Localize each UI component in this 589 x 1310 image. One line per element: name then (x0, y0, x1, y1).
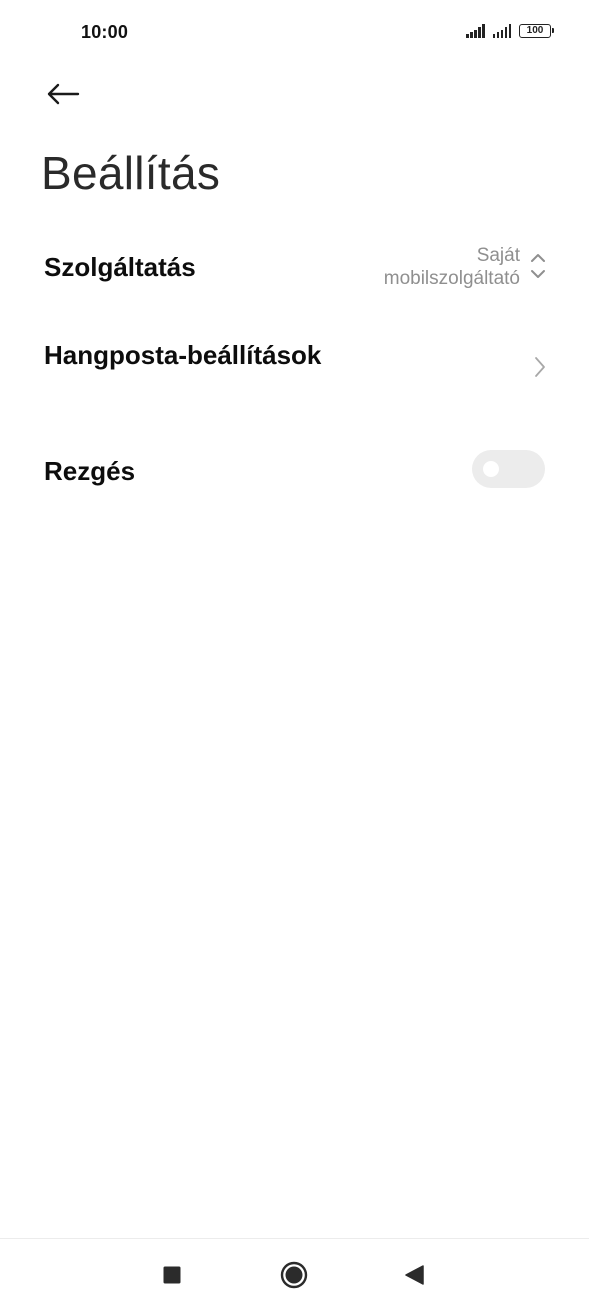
signal-icon (466, 24, 485, 38)
arrow-left-icon (47, 83, 80, 105)
status-bar: 10:00 100 (0, 0, 589, 68)
signal-icon (492, 24, 511, 38)
battery-level: 100 (526, 25, 544, 36)
chevron-right-icon (535, 357, 545, 377)
toggle-knob (483, 461, 499, 477)
page-title: Beállítás (41, 147, 221, 199)
service-selector[interactable]: Szolgáltatás Saját mobilszolgáltató (0, 230, 589, 306)
voicemail-settings-item[interactable]: Hangposta-beállítások (0, 320, 589, 410)
vibration-label: Rezgés (44, 456, 136, 486)
service-value: Saját mobilszolgáltató (384, 244, 520, 290)
battery-icon: 100 (519, 24, 554, 38)
home-circle-icon (280, 1261, 308, 1288)
back-triangle-icon (405, 1264, 424, 1285)
navigation-bar (0, 1238, 589, 1310)
home-button[interactable] (264, 1239, 324, 1310)
status-time: 10:00 (81, 22, 129, 42)
service-label: Szolgáltatás (44, 252, 196, 282)
recents-square-icon (163, 1266, 181, 1283)
vibration-toggle[interactable] (472, 450, 545, 488)
chevron-up-down-icon (531, 254, 545, 278)
vibration-setting: Rezgés (0, 434, 589, 506)
status-icons: 100 (466, 24, 554, 38)
service-value-line1: Saját (476, 245, 520, 266)
back-nav-button[interactable] (384, 1239, 444, 1310)
back-button[interactable] (40, 74, 86, 114)
voicemail-settings-label: Hangposta-beállítások (44, 340, 322, 370)
recents-button[interactable] (142, 1239, 202, 1310)
service-value-line2: mobilszolgáltató (383, 268, 520, 289)
